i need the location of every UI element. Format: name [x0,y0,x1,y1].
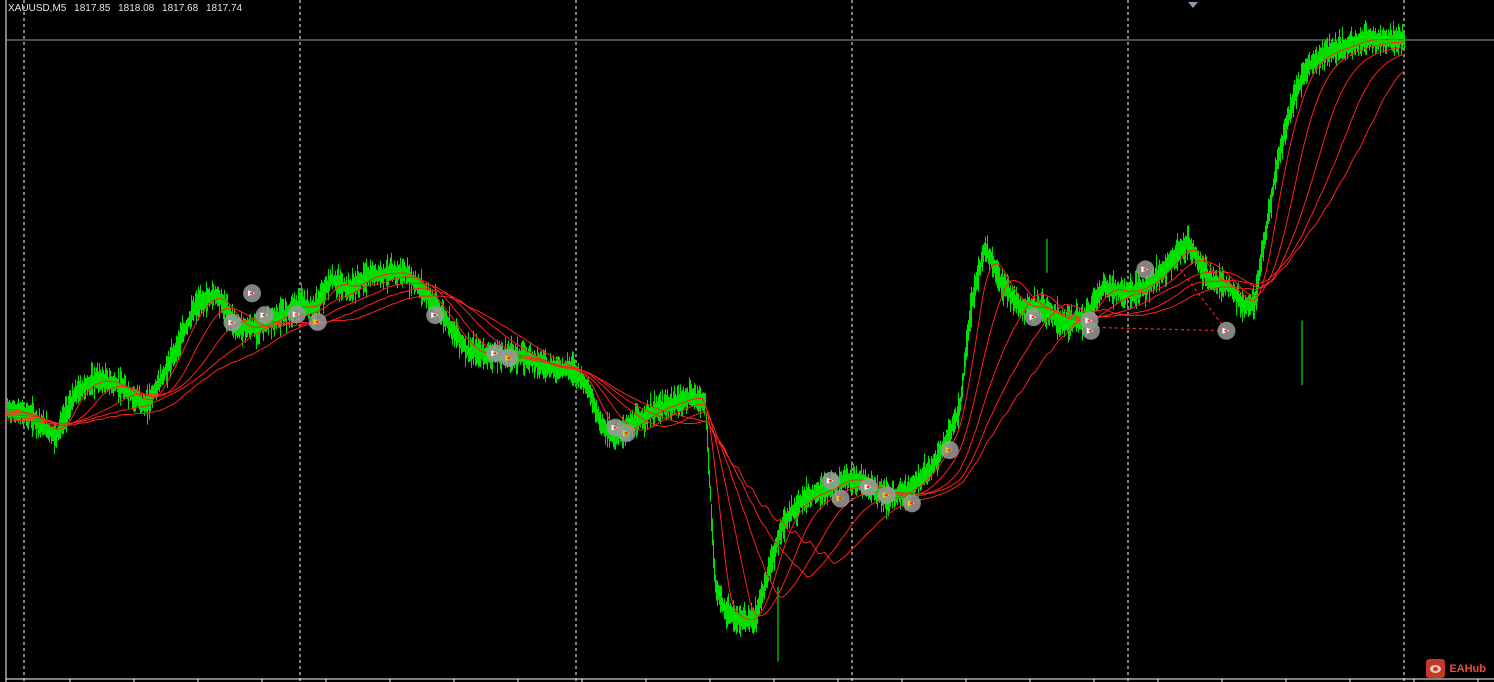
moving-average-line-2 [6,41,1404,617]
vertical-grid [5,0,1405,682]
signal-mark [294,313,298,316]
trade-signal-4 [308,312,327,331]
symbol-header: XAUUSD,M5 1817.85 1818.08 1817.68 1817.7… [8,3,247,15]
chart-shift-marker-icon[interactable] [1188,2,1198,8]
trade-signal-9 [617,424,636,443]
price-chart[interactable] [0,0,1494,682]
trade-signal-11 [831,489,850,508]
trade-signal-15 [940,441,959,460]
trade-signal-3 [287,305,306,324]
signal-mark [262,314,266,317]
symbol-timeframe: XAUUSD,M5 [8,3,67,14]
watermark-text: EAHub [1449,662,1486,675]
signal-mark [230,321,234,324]
low-price: 1817.68 [162,3,199,14]
trade-signal-2 [255,306,274,325]
trade-signal-0 [223,313,242,332]
signal-mark [884,494,888,497]
signal-mark [250,292,254,295]
signal-mark [1224,329,1228,332]
trade-signal-12 [859,477,878,496]
eahub-watermark: EAHub [1426,659,1486,678]
signal-mark [624,432,628,435]
signal-mark [433,314,437,317]
signal-mark [613,426,617,429]
trade-signal-18 [1081,321,1100,340]
signal-mark [909,502,913,505]
signal-mark [828,479,832,482]
candle-series [7,20,1405,662]
signal-mark [1143,268,1147,271]
signal-mark [507,357,511,360]
signal-mark [315,320,319,323]
trade-signal-16 [1024,308,1043,327]
trade-signal-7 [500,349,519,368]
signal-mark [493,352,497,355]
signal-mark [838,497,842,500]
trade-signal-13 [877,486,896,505]
chart-window[interactable]: XAUUSD,M5 1817.85 1818.08 1817.68 1817.7… [0,0,1494,682]
signal-mark [1088,329,1092,332]
signal-mark [1031,316,1035,319]
high-price: 1818.08 [118,3,155,14]
signal-mark [1087,319,1091,322]
trade-signal-10 [821,471,840,490]
trade-signals [223,260,1236,513]
signal-mark [947,449,951,452]
trade-signal-20 [1217,321,1236,340]
open-price: 1817.85 [74,3,111,14]
moving-average-line-3 [6,46,1405,598]
close-price: 1817.74 [205,3,243,14]
signal-link-0 [1090,326,1227,332]
signal-mark [866,485,870,488]
moving-average-line-4 [6,53,1405,578]
trade-signal-5 [426,306,445,325]
eahub-logo-icon [1426,659,1446,678]
trade-signal-14 [902,494,921,513]
trade-signal-19 [1136,260,1155,279]
trade-signal-1 [243,284,262,303]
